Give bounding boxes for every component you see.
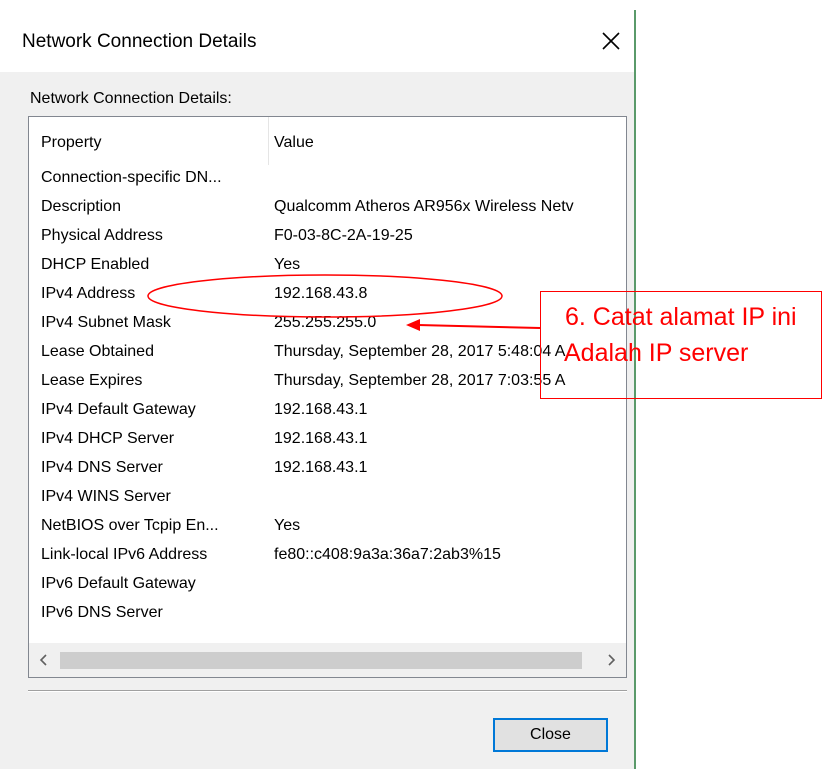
table-row[interactable]: IPv4 DNS Server 192.168.43.1 [29,454,626,483]
property-cell: NetBIOS over Tcpip En... [41,517,219,534]
chevron-left-icon[interactable] [29,643,59,677]
property-cell: IPv6 Default Gateway [41,575,196,592]
table-row[interactable]: Description Qualcomm Atheros AR956x Wirel… [29,193,626,222]
close-button[interactable]: Close [493,718,608,752]
table-row[interactable]: DHCP Enabled Yes [29,251,626,280]
value-cell: Qualcomm Atheros AR956x Wireless Netv [274,198,574,215]
property-cell: IPv4 WINS Server [41,488,171,505]
column-header-property[interactable]: Property [41,134,101,152]
property-cell: Lease Expires [41,372,143,389]
table-row[interactable]: IPv4 Subnet Mask 255.255.255.0 [29,309,626,338]
value-cell: Yes [274,517,301,534]
value-cell: F0-03-8C-2A-19-25 [274,227,413,244]
title-bar: Network Connection Details [0,10,634,72]
value-cell: Yes [274,256,301,273]
callout-text-line-1: 6. Catat alamat IP ini [565,303,797,331]
property-cell: Connection-specific DN... [41,169,222,186]
property-cell: IPv4 Address [41,285,136,302]
property-cell: Description [41,198,122,215]
separator [28,690,627,692]
table-row[interactable]: Lease Expires Thursday, September 28, 201… [29,367,626,396]
column-divider[interactable] [268,117,269,165]
table-row[interactable]: IPv6 Default Gateway [29,570,626,599]
callout-text-line-2: Adalah IP server [564,339,749,367]
close-icon[interactable] [593,24,629,58]
chevron-right-icon[interactable] [596,643,626,677]
column-header-value[interactable]: Value [274,134,314,152]
value-cell: 192.168.43.1 [274,430,368,447]
scroll-thumb[interactable] [60,652,582,669]
property-cell: Lease Obtained [41,343,154,360]
details-listview[interactable]: Property Value Connection-specific DN...… [28,116,627,678]
value-cell: 192.168.43.1 [274,401,368,418]
table-row[interactable]: IPv4 Default Gateway 192.168.43.1 [29,396,626,425]
property-cell: IPv6 DNS Server [41,604,163,621]
table-row[interactable]: Physical Address F0-03-8C-2A-19-25 [29,222,626,251]
table-row[interactable]: Connection-specific DN... [29,164,626,193]
property-cell: IPv4 Default Gateway [41,401,196,418]
group-label: Network Connection Details: [30,90,232,107]
window-top-edge [0,0,636,10]
table-row[interactable]: NetBIOS over Tcpip En... Yes [29,512,626,541]
property-cell: Physical Address [41,227,163,244]
property-cell: IPv4 DHCP Server [41,430,175,447]
value-cell: 192.168.43.1 [274,459,368,476]
horizontal-scrollbar[interactable] [29,643,626,677]
table-row[interactable]: Lease Obtained Thursday, September 28, 20… [29,338,626,367]
value-cell: fe80::c408:9a3a:36a7:2ab3%15 [274,546,501,563]
table-row[interactable]: IPv4 Address 192.168.43.8 [29,280,626,309]
property-cell: Link-local IPv6 Address [41,546,208,563]
list-rows: Connection-specific DN... Description Qua… [29,164,626,628]
window-title: Network Connection Details [22,31,257,52]
list-header: Property Value [29,117,626,165]
table-row[interactable]: IPv4 DHCP Server 192.168.43.1 [29,425,626,454]
property-cell: IPv4 DNS Server [41,459,163,476]
table-row[interactable]: IPv6 DNS Server [29,599,626,628]
table-row[interactable]: Link-local IPv6 Address fe80::c408:9a3a:3… [29,541,626,570]
property-cell: IPv4 Subnet Mask [41,314,171,331]
property-cell: DHCP Enabled [41,256,150,273]
table-row[interactable]: IPv4 WINS Server [29,483,626,512]
